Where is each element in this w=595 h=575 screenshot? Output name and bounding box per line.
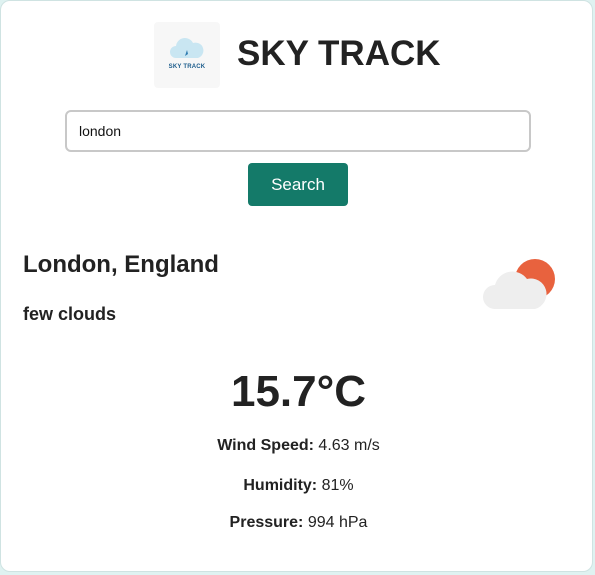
wind-speed-row: Wind Speed: 4.63 m/s: [1, 437, 595, 455]
city-search-input[interactable]: [65, 110, 531, 152]
search-button[interactable]: Search: [248, 163, 348, 206]
wind-speed-value: 4.63 m/s: [318, 437, 380, 454]
app-logo: SKY TRACK: [154, 22, 220, 88]
pressure-value: 994 hPa: [307, 514, 368, 531]
temperature: 15.7°C: [230, 367, 366, 416]
wind-speed-label: Wind Speed:: [217, 437, 314, 454]
logo-text: SKY TRACK: [168, 64, 206, 70]
few-clouds-icon: [483, 259, 555, 309]
weather-card: SKY TRACK SKY TRACK Search London, Engla…: [0, 0, 593, 572]
pressure-row: Pressure: 994 hPa: [1, 514, 595, 532]
pressure-label: Pressure:: [229, 514, 304, 531]
cloud-logo-icon: [170, 38, 204, 58]
humidity-value: 81%: [321, 477, 354, 494]
app-title: SKY TRACK: [237, 34, 441, 73]
humidity-label: Humidity:: [243, 477, 318, 494]
humidity-row: Humidity: 81%: [1, 477, 595, 495]
city-name: London, England: [23, 251, 219, 278]
weather-description: few clouds: [23, 304, 117, 324]
